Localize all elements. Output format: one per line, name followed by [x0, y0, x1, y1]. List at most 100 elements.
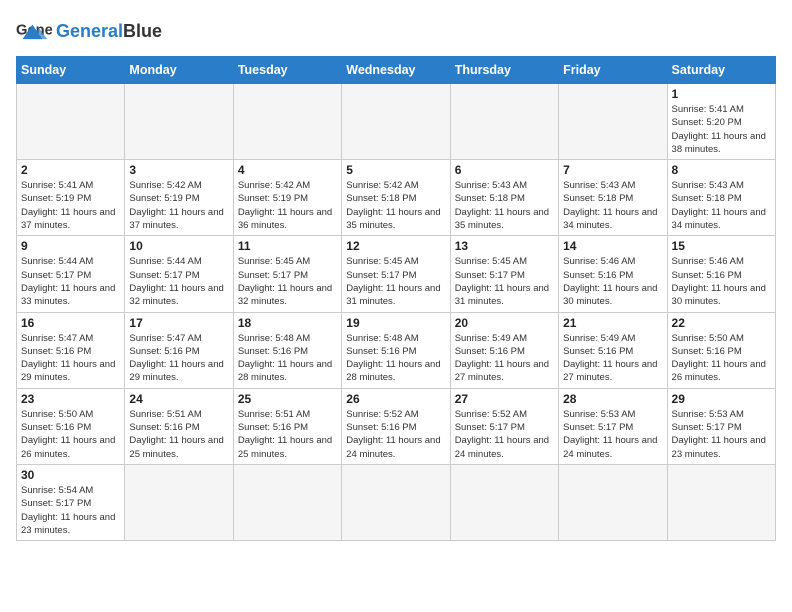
calendar-cell: 10 Sunrise: 5:44 AMSunset: 5:17 PMDayligh… [125, 236, 233, 312]
day-number: 27 [455, 392, 554, 406]
week-row-4: 16 Sunrise: 5:47 AMSunset: 5:16 PMDayligh… [17, 312, 776, 388]
calendar-cell: 8 Sunrise: 5:43 AMSunset: 5:18 PMDaylight… [667, 160, 775, 236]
calendar-cell [667, 464, 775, 540]
day-number: 8 [672, 163, 771, 177]
day-info: Sunrise: 5:42 AMSunset: 5:19 PMDaylight:… [238, 179, 337, 232]
day-number: 24 [129, 392, 228, 406]
weekday-thursday: Thursday [450, 57, 558, 84]
week-row-5: 23 Sunrise: 5:50 AMSunset: 5:16 PMDayligh… [17, 388, 776, 464]
calendar-cell: 29 Sunrise: 5:53 AMSunset: 5:17 PMDayligh… [667, 388, 775, 464]
calendar-cell: 6 Sunrise: 5:43 AMSunset: 5:18 PMDaylight… [450, 160, 558, 236]
day-info: Sunrise: 5:50 AMSunset: 5:16 PMDaylight:… [21, 408, 120, 461]
calendar-cell: 3Sunrise: 5:42 AMSunset: 5:19 PMDaylight… [125, 160, 233, 236]
calendar-cell [17, 84, 125, 160]
day-info: Sunrise: 5:52 AMSunset: 5:16 PMDaylight:… [346, 408, 445, 461]
day-info: Sunrise: 5:43 AMSunset: 5:18 PMDaylight:… [672, 179, 771, 232]
week-row-2: 2Sunrise: 5:41 AMSunset: 5:19 PMDaylight… [17, 160, 776, 236]
day-info: Sunrise: 5:47 AMSunset: 5:16 PMDaylight:… [21, 332, 120, 385]
calendar-cell [342, 464, 450, 540]
calendar-cell: 11 Sunrise: 5:45 AMSunset: 5:17 PMDayligh… [233, 236, 341, 312]
day-number: 25 [238, 392, 337, 406]
day-info: Sunrise: 5:42 AMSunset: 5:18 PMDaylight:… [346, 179, 445, 232]
day-info: Sunrise: 5:43 AMSunset: 5:18 PMDaylight:… [455, 179, 554, 232]
logo-text: GeneralBlue [56, 22, 162, 40]
day-number: 23 [21, 392, 120, 406]
day-number: 13 [455, 239, 554, 253]
calendar-cell [559, 464, 667, 540]
calendar-cell [125, 84, 233, 160]
calendar-cell [450, 84, 558, 160]
calendar-cell: 15 Sunrise: 5:46 AMSunset: 5:16 PMDayligh… [667, 236, 775, 312]
logo: General GeneralBlue [16, 16, 162, 46]
weekday-tuesday: Tuesday [233, 57, 341, 84]
day-number: 6 [455, 163, 554, 177]
calendar-cell: 16 Sunrise: 5:47 AMSunset: 5:16 PMDayligh… [17, 312, 125, 388]
calendar-cell: 27 Sunrise: 5:52 AMSunset: 5:17 PMDayligh… [450, 388, 558, 464]
calendar-cell [450, 464, 558, 540]
day-info: Sunrise: 5:53 AMSunset: 5:17 PMDaylight:… [672, 408, 771, 461]
day-number: 3 [129, 163, 228, 177]
day-info: Sunrise: 5:50 AMSunset: 5:16 PMDaylight:… [672, 332, 771, 385]
day-info: Sunrise: 5:45 AMSunset: 5:17 PMDaylight:… [346, 255, 445, 308]
calendar-cell: 2Sunrise: 5:41 AMSunset: 5:19 PMDaylight… [17, 160, 125, 236]
day-info: Sunrise: 5:41 AMSunset: 5:20 PMDaylight:… [672, 103, 771, 156]
calendar-table: SundayMondayTuesdayWednesdayThursdayFrid… [16, 56, 776, 541]
calendar-cell [342, 84, 450, 160]
day-info: Sunrise: 5:54 AMSunset: 5:17 PMDaylight:… [21, 484, 120, 537]
calendar-cell: 9Sunrise: 5:44 AMSunset: 5:17 PMDaylight… [17, 236, 125, 312]
day-number: 15 [672, 239, 771, 253]
day-info: Sunrise: 5:47 AMSunset: 5:16 PMDaylight:… [129, 332, 228, 385]
day-info: Sunrise: 5:49 AMSunset: 5:16 PMDaylight:… [563, 332, 662, 385]
day-info: Sunrise: 5:41 AMSunset: 5:19 PMDaylight:… [21, 179, 120, 232]
day-number: 4 [238, 163, 337, 177]
day-number: 5 [346, 163, 445, 177]
week-row-1: 1 Sunrise: 5:41 AMSunset: 5:20 PMDaylight… [17, 84, 776, 160]
calendar-cell: 1 Sunrise: 5:41 AMSunset: 5:20 PMDaylight… [667, 84, 775, 160]
day-info: Sunrise: 5:49 AMSunset: 5:16 PMDaylight:… [455, 332, 554, 385]
calendar-cell: 18Sunrise: 5:48 AMSunset: 5:16 PMDayligh… [233, 312, 341, 388]
calendar-cell: 26 Sunrise: 5:52 AMSunset: 5:16 PMDayligh… [342, 388, 450, 464]
day-number: 10 [129, 239, 228, 253]
day-number: 30 [21, 468, 120, 482]
calendar-cell [125, 464, 233, 540]
logo-icon: General [16, 16, 52, 46]
day-info: Sunrise: 5:45 AMSunset: 5:17 PMDaylight:… [455, 255, 554, 308]
calendar-cell: 14Sunrise: 5:46 AMSunset: 5:16 PMDayligh… [559, 236, 667, 312]
weekday-friday: Friday [559, 57, 667, 84]
calendar-cell: 13 Sunrise: 5:45 AMSunset: 5:17 PMDayligh… [450, 236, 558, 312]
day-number: 22 [672, 316, 771, 330]
day-number: 17 [129, 316, 228, 330]
day-info: Sunrise: 5:52 AMSunset: 5:17 PMDaylight:… [455, 408, 554, 461]
day-number: 29 [672, 392, 771, 406]
calendar-cell: 21 Sunrise: 5:49 AMSunset: 5:16 PMDayligh… [559, 312, 667, 388]
calendar-cell: 19Sunrise: 5:48 AMSunset: 5:16 PMDayligh… [342, 312, 450, 388]
calendar-cell: 23 Sunrise: 5:50 AMSunset: 5:16 PMDayligh… [17, 388, 125, 464]
weekday-monday: Monday [125, 57, 233, 84]
calendar-cell: 30 Sunrise: 5:54 AMSunset: 5:17 PMDayligh… [17, 464, 125, 540]
calendar-cell: 17 Sunrise: 5:47 AMSunset: 5:16 PMDayligh… [125, 312, 233, 388]
day-number: 12 [346, 239, 445, 253]
calendar-cell [233, 464, 341, 540]
calendar-cell: 5 Sunrise: 5:42 AMSunset: 5:18 PMDaylight… [342, 160, 450, 236]
header: General GeneralBlue [16, 16, 776, 46]
day-number: 18 [238, 316, 337, 330]
weekday-sunday: Sunday [17, 57, 125, 84]
weekday-wednesday: Wednesday [342, 57, 450, 84]
day-info: Sunrise: 5:46 AMSunset: 5:16 PMDaylight:… [563, 255, 662, 308]
day-info: Sunrise: 5:46 AMSunset: 5:16 PMDaylight:… [672, 255, 771, 308]
day-number: 26 [346, 392, 445, 406]
day-number: 21 [563, 316, 662, 330]
day-number: 1 [672, 87, 771, 101]
day-info: Sunrise: 5:45 AMSunset: 5:17 PMDaylight:… [238, 255, 337, 308]
week-row-3: 9Sunrise: 5:44 AMSunset: 5:17 PMDaylight… [17, 236, 776, 312]
day-info: Sunrise: 5:44 AMSunset: 5:17 PMDaylight:… [129, 255, 228, 308]
calendar-cell: 25Sunrise: 5:51 AMSunset: 5:16 PMDayligh… [233, 388, 341, 464]
day-number: 11 [238, 239, 337, 253]
day-info: Sunrise: 5:48 AMSunset: 5:16 PMDaylight:… [346, 332, 445, 385]
calendar-cell [233, 84, 341, 160]
calendar-cell: 12 Sunrise: 5:45 AMSunset: 5:17 PMDayligh… [342, 236, 450, 312]
calendar-cell: 20Sunrise: 5:49 AMSunset: 5:16 PMDayligh… [450, 312, 558, 388]
calendar-cell: 4 Sunrise: 5:42 AMSunset: 5:19 PMDaylight… [233, 160, 341, 236]
day-number: 16 [21, 316, 120, 330]
day-number: 28 [563, 392, 662, 406]
